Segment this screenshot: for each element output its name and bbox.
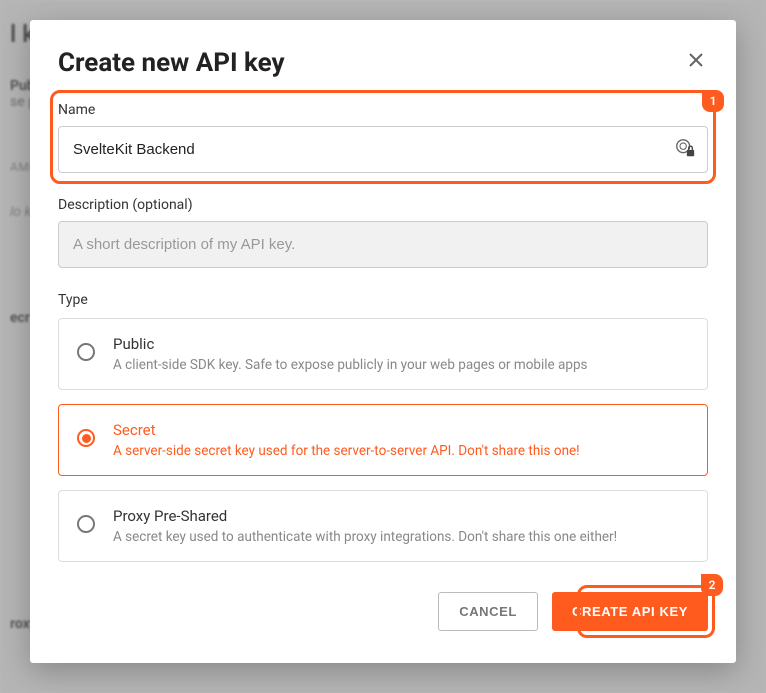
cancel-button[interactable]: Cancel (438, 592, 538, 631)
description-input[interactable] (58, 221, 708, 268)
type-title-public: Public (113, 335, 588, 353)
type-desc-public: A client-side SDK key. Safe to expose pu… (113, 357, 588, 373)
name-field-group: 1 Name (58, 102, 708, 173)
annotation-badge-1: 1 (702, 90, 724, 112)
type-title-proxy: Proxy Pre-Shared (113, 507, 617, 525)
type-label: Type (58, 292, 708, 308)
type-option-list: Public A client-side SDK key. Safe to ex… (58, 318, 708, 562)
name-label: Name (58, 102, 708, 118)
modal-footer: Cancel Create API Key 2 (58, 592, 708, 631)
create-api-key-modal: Create new API key 1 Name Description (o… (30, 20, 736, 663)
annotation-badge-2: 2 (701, 574, 723, 596)
radio-proxy[interactable] (77, 515, 95, 533)
description-field-group: Description (optional) (58, 197, 708, 268)
name-input[interactable] (58, 126, 708, 173)
radio-secret[interactable] (77, 429, 95, 447)
close-button[interactable] (684, 48, 708, 72)
radio-public[interactable] (77, 343, 95, 361)
lock-cursor-icon (674, 137, 696, 163)
type-field-group: Type Public A client-side SDK key. Safe … (58, 292, 708, 576)
type-option-secret[interactable]: Secret A server-side secret key used for… (58, 404, 708, 476)
type-option-public[interactable]: Public A client-side SDK key. Safe to ex… (58, 318, 708, 390)
description-label: Description (optional) (58, 197, 708, 213)
modal-header: Create new API key (58, 48, 708, 78)
type-title-secret: Secret (113, 421, 580, 439)
create-api-key-button[interactable]: Create API Key (552, 592, 708, 631)
modal-title: Create new API key (58, 48, 285, 78)
type-desc-proxy: A secret key used to authenticate with p… (113, 529, 617, 545)
close-icon (688, 52, 704, 68)
type-desc-secret: A server-side secret key used for the se… (113, 443, 580, 459)
type-option-proxy[interactable]: Proxy Pre-Shared A secret key used to au… (58, 490, 708, 562)
